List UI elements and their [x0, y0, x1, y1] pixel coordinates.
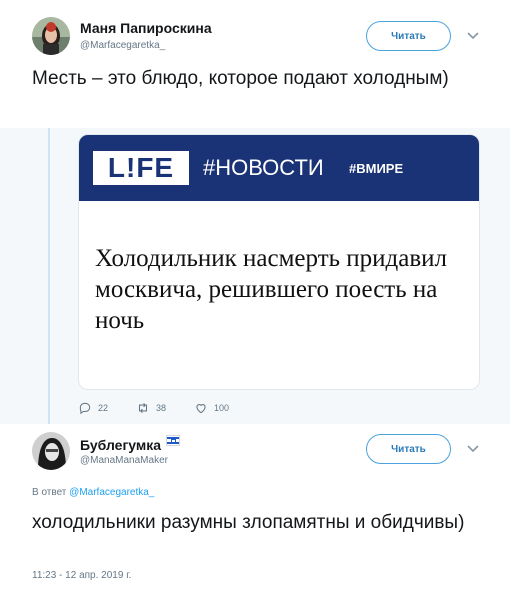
tweet-text: Месть – это блюдо, которое подают холодн…	[32, 68, 449, 89]
tweet-text: холодильники разумны злопамятны и обидчи…	[32, 512, 465, 533]
reply-prefix: В ответ	[32, 487, 67, 498]
retweet-count: 38	[156, 403, 167, 413]
news-card[interactable]: L!FE #НОВОСТИ #ВМИРЕ Холодильник насмерт…	[78, 134, 480, 390]
author-handle[interactable]: @Marfacegaretka_	[80, 40, 165, 51]
thread-area: L!FE #НОВОСТИ #ВМИРЕ Холодильник насмерт…	[0, 128, 510, 424]
follow-button[interactable]: Читать	[366, 434, 451, 464]
card-headline: Холодильник насмерть придавил москвича, …	[95, 245, 448, 334]
reply-button[interactable]: 22	[78, 401, 108, 415]
timestamp[interactable]: 11:23 - 12 апр. 2019 г.	[32, 570, 131, 581]
author-name[interactable]: Бублегумка	[80, 437, 161, 453]
reply-count: 22	[98, 403, 109, 413]
retweet-icon	[138, 402, 148, 414]
author-handle[interactable]: @ManaManaMaker	[80, 455, 168, 466]
life-logo: L!FE	[93, 151, 189, 185]
like-button[interactable]: 100	[194, 401, 229, 415]
author-name[interactable]: Маня Папироскина	[80, 20, 212, 36]
retweet-button[interactable]: 38	[136, 401, 166, 415]
reply-icon	[79, 402, 91, 415]
thread-line	[48, 128, 50, 424]
avatar[interactable]	[32, 432, 70, 470]
follow-button[interactable]: Читать	[366, 21, 451, 51]
news-tag: #НОВОСТИ	[203, 155, 324, 180]
chevron-down-icon[interactable]	[465, 28, 481, 44]
reply-handle-link[interactable]: @Marfacegaretka_	[69, 487, 154, 498]
life-logo-text: L!FE	[93, 151, 189, 185]
reply-context: В ответ @Marfacegaretka_	[32, 487, 154, 498]
card-banner: L!FE #НОВОСТИ #ВМИРЕ	[79, 135, 479, 201]
israel-flag-icon	[166, 435, 180, 446]
tweet-actions: 22 38 100	[78, 400, 257, 416]
like-icon	[196, 404, 206, 414]
tweet-main: Маня Папироскина @Marfacegaretka_ Читать…	[0, 0, 510, 128]
like-count: 100	[214, 403, 230, 413]
chevron-down-icon[interactable]	[465, 441, 481, 457]
avatar[interactable]	[32, 17, 70, 55]
world-tag: #ВМИРЕ	[349, 161, 404, 176]
